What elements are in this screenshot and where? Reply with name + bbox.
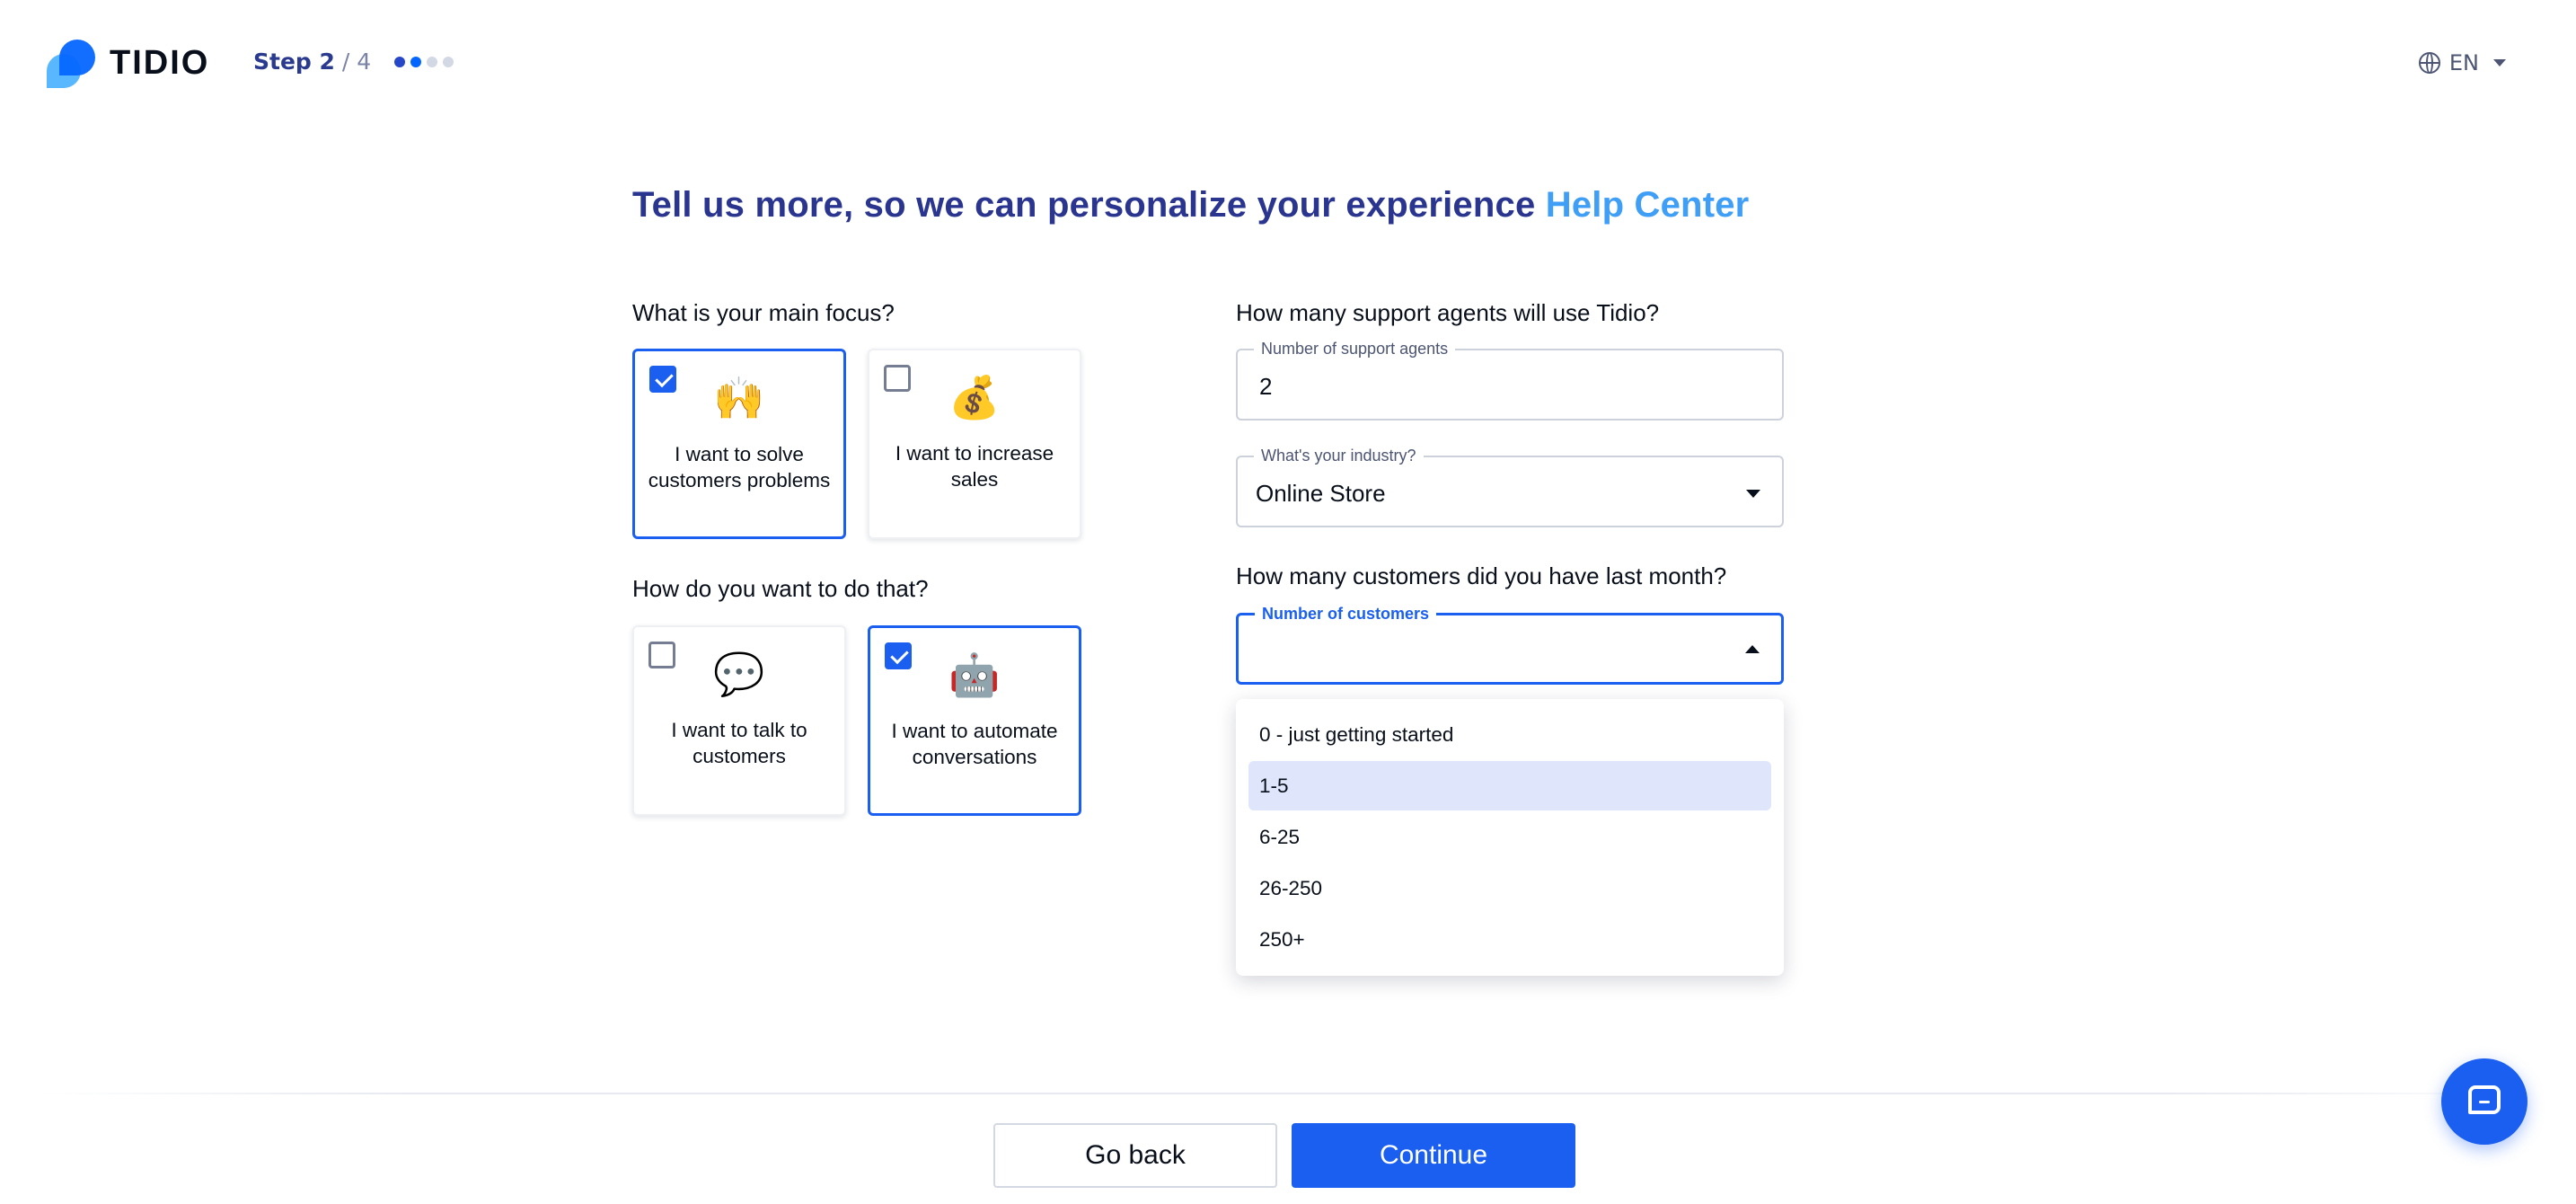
card-label: I want to increase sales — [895, 442, 1054, 491]
footer-divider — [36, 1093, 2540, 1094]
customers-question: How many customers did you have last mon… — [1236, 562, 1727, 589]
card-label: I want to solve customers problems — [648, 443, 831, 491]
step-dot — [427, 56, 438, 67]
dropdown-option-highlighted[interactable]: 1-5 — [1248, 761, 1771, 810]
dropdown-option[interactable]: 250+ — [1248, 915, 1771, 964]
support-agents-input[interactable]: Number of support agents 2 — [1236, 340, 1784, 421]
go-back-button[interactable]: Go back — [993, 1123, 1277, 1188]
caret-down-icon — [1746, 490, 1760, 498]
focus-option-solve-problems[interactable]: 🙌 I want to solve customers problems — [632, 349, 846, 539]
field-label: Number of support agents — [1254, 340, 1456, 359]
page-title-main: Tell us more, so we can personalize your… — [632, 185, 1536, 225]
step-current: Step 2 — [253, 49, 335, 75]
dropdown-option[interactable]: 26-250 — [1248, 863, 1771, 913]
step-dot — [443, 56, 454, 67]
dropdown-option[interactable]: 0 - just getting started — [1248, 710, 1771, 759]
step-indicator: Step 2 / 4 — [253, 49, 454, 75]
chevron-down-icon — [2493, 59, 2506, 66]
method-option-automate[interactable]: 🤖 I want to automate conversations — [868, 625, 1081, 816]
page-title: Tell us more, so we can personalize your… — [632, 185, 1749, 226]
industry-select[interactable]: What's your industry? Online Store — [1236, 447, 1784, 527]
chat-widget-button[interactable] — [2441, 1058, 2527, 1145]
logo-text: TIDIO — [110, 43, 210, 82]
card-label: I want to talk to customers — [671, 719, 807, 767]
page-title-highlight: Help Center — [1545, 185, 1750, 225]
field-value: Online Store — [1256, 480, 1386, 507]
focus-option-increase-sales[interactable]: 💰 I want to increase sales — [868, 349, 1081, 539]
step-total: / 4 — [341, 49, 372, 75]
dropdown-option[interactable]: 6-25 — [1248, 812, 1771, 862]
raising-hands-icon: 🙌 — [713, 374, 765, 422]
speech-bubble-icon: 💬 — [713, 650, 765, 698]
language-selector[interactable]: EN — [2418, 50, 2506, 75]
focus-question: What is your main focus? — [632, 299, 895, 326]
money-bag-icon: 💰 — [948, 373, 1001, 421]
language-label: EN — [2448, 50, 2479, 75]
robot-icon: 🤖 — [948, 651, 1001, 699]
field-label: Number of customers — [1255, 605, 1437, 624]
agents-question: How many support agents will use Tidio? — [1236, 299, 1660, 326]
continue-button[interactable]: Continue — [1292, 1123, 1575, 1188]
method-question: How do you want to do that? — [632, 575, 929, 602]
field-label: What's your industry? — [1254, 447, 1424, 465]
customers-dropdown-menu: 0 - just getting started 1-5 6-25 26-250… — [1236, 699, 1784, 976]
tidio-logo: TIDIO — [47, 38, 209, 88]
method-option-talk[interactable]: 💬 I want to talk to customers — [632, 625, 846, 816]
globe-icon — [2418, 52, 2440, 74]
customers-select[interactable]: Number of customers — [1236, 605, 1784, 685]
card-label: I want to automate conversations — [891, 720, 1058, 768]
tidio-logo-icon — [47, 38, 97, 88]
caret-up-icon — [1745, 645, 1760, 653]
field-value: 2 — [1259, 373, 1273, 400]
chat-bubble-icon — [2468, 1085, 2501, 1114]
step-progress-dots — [394, 56, 454, 67]
step-dot — [394, 56, 406, 67]
step-dot — [410, 56, 422, 67]
